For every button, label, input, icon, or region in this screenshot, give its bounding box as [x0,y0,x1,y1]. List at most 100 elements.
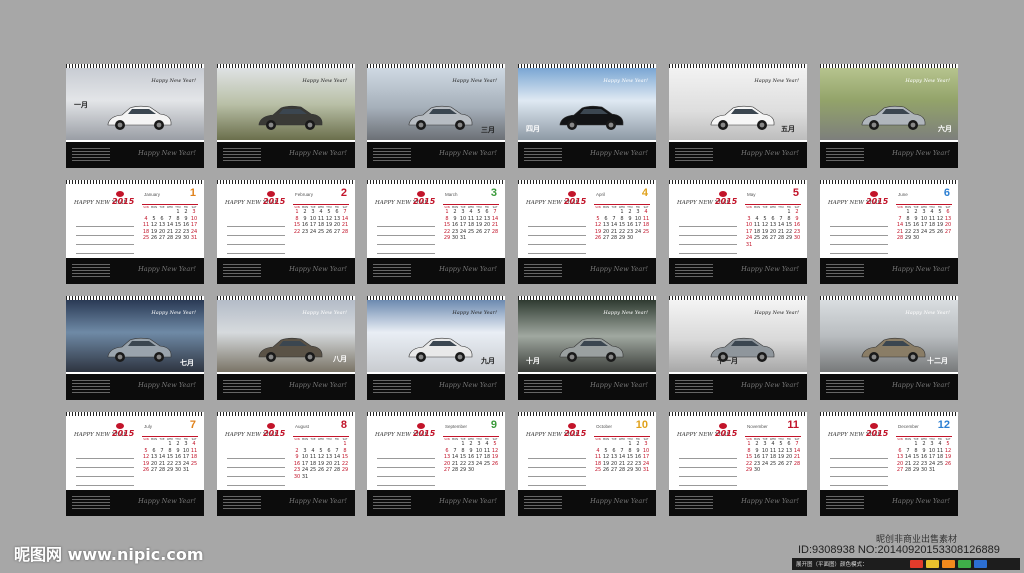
day-cell: 24 [745,235,753,242]
day-cell: 9 [176,447,180,454]
week-row: 16 17 18 19 20 21 22 [293,461,349,468]
note-line [227,477,285,486]
day-cell: 7 [620,447,624,454]
day-cell: 19 [142,460,150,467]
day-cell: 10 [634,215,642,222]
strip-greeting: Happy New Year! [741,497,799,505]
month-name: October [596,424,613,429]
day-cell: 16 [912,222,920,229]
day-cell: 15 [904,222,912,229]
day-cell: 28 [333,467,341,474]
day-cell: 27 [896,467,904,474]
day-cell: 24 [190,228,198,235]
strip-greeting: Happy New Year! [289,381,347,389]
strip-greeting: Happy New Year! [590,149,648,157]
day-cell: 24 [301,467,309,474]
note-lines [679,218,737,263]
day-cell: 9 [755,447,759,454]
day-cell: 14 [491,215,499,222]
day-cell: 7 [906,447,910,454]
day-cell: 8 [620,215,624,222]
day-cell: 14 [166,222,174,229]
day-cell: 8 [914,447,918,454]
day-cell: 7 [343,209,347,215]
photo-greeting: Happy New Year! [603,310,648,316]
day-cell: 15 [626,454,634,461]
day-cell: 12 [475,215,483,222]
day-cell: 28 [610,235,618,242]
calendar-sheet: Happy New Year! 一月 Happy New Year! Happy Ne… [0,0,1024,573]
note-line [679,450,737,459]
day-cell: 17 [634,222,642,229]
fine-print [72,264,110,278]
day-cell: 22 [174,228,182,235]
photo-greeting: Happy New Year! [905,310,950,316]
week-row: 11 12 13 14 15 16 17 [594,454,650,461]
day-cell: 28 [777,235,785,242]
strip-greeting: Happy New Year! [439,265,497,273]
day-cell: 22 [293,228,301,235]
day-cell: 17 [459,222,467,229]
day-cell: 14 [158,454,166,461]
month-number: 10 [635,419,648,431]
day-cell: 1 [176,209,180,215]
strip-greeting: Happy New Year! [741,265,799,273]
note-line [528,245,586,254]
month-grid: SUN MON TUE WED THU FRI SAT 1 2 3 4 5 6 7 8 9 10 11 12 13 14… [745,204,801,249]
day-cell: 26 [491,460,499,467]
day-cell: 14 [904,454,912,461]
calendar-page: HAPPY NEW YEAR 2015 July 7 SUN MON TUE WED THU FR… [66,416,204,495]
week-row: 1234 [594,209,650,216]
day-cell: 18 [928,222,936,229]
day-cell: 13 [483,215,491,222]
day-cell: 4 [930,209,934,215]
day-cell: 16 [174,454,182,461]
car-photo: Happy New Year! 九月 [367,300,505,372]
day-cell: 17 [642,454,650,461]
day-cell: 6 [787,441,791,447]
day-cell: 27 [325,467,333,474]
card-footer-strip: Happy New Year! [669,258,807,284]
day-cell [769,242,777,249]
photo-card: Happy New Year! 六月 Happy New Year! [820,64,958,168]
day-cell: 22 [459,460,467,467]
week-row: 29 30 [745,467,801,474]
day-cell: 26 [150,235,158,242]
day-cell: 17 [920,222,928,229]
fine-print [72,380,110,394]
day-cell: 25 [190,460,198,467]
note-line [377,227,435,236]
calendar-page: HAPPY NEW YEAR 2015 February 2 SUN MON TUE WED T… [217,184,355,263]
day-cell: 27 [443,467,451,474]
day-cell: 22 [745,460,753,467]
day-cell: 6 [445,447,449,454]
day-cell: 22 [443,228,451,235]
strip-greeting: Happy New Year! [138,265,196,273]
day-cell: 21 [793,454,801,461]
day-cell: 25 [467,228,475,235]
day-cell: 30 [920,467,928,474]
car-illustration [107,337,172,362]
day-cell: 11 [928,215,936,222]
day-cell: 6 [771,215,775,222]
day-cell [325,441,333,448]
month-name: June [898,192,908,197]
calendar-card: HAPPY NEW YEAR 2015 November 11 SUN MON TUE WED… [669,412,807,516]
note-line [679,477,737,486]
day-cell: 6 [327,447,331,454]
month-grid: SUN MON TUE WED THU FRI SAT 1 2 3 4 5 6 7 8 9 10 11 12 13 14… [142,204,198,242]
week-row: 123 [594,441,650,448]
note-line [227,459,285,468]
new-year-logo: HAPPY NEW YEAR 2015 [375,191,435,212]
day-cell: 31 [459,235,467,242]
day-cell: 17 [301,460,309,467]
day-cell: 9 [795,215,799,222]
day-cell: 26 [936,228,944,235]
car-illustration [107,105,172,130]
day-cell: 1 [747,441,751,447]
note-line [830,459,888,468]
car-photo: Happy New Year! 十一月 [669,300,807,372]
day-cell: 29 [904,235,912,242]
fine-print [675,380,713,394]
day-cell: 13 [443,454,451,461]
